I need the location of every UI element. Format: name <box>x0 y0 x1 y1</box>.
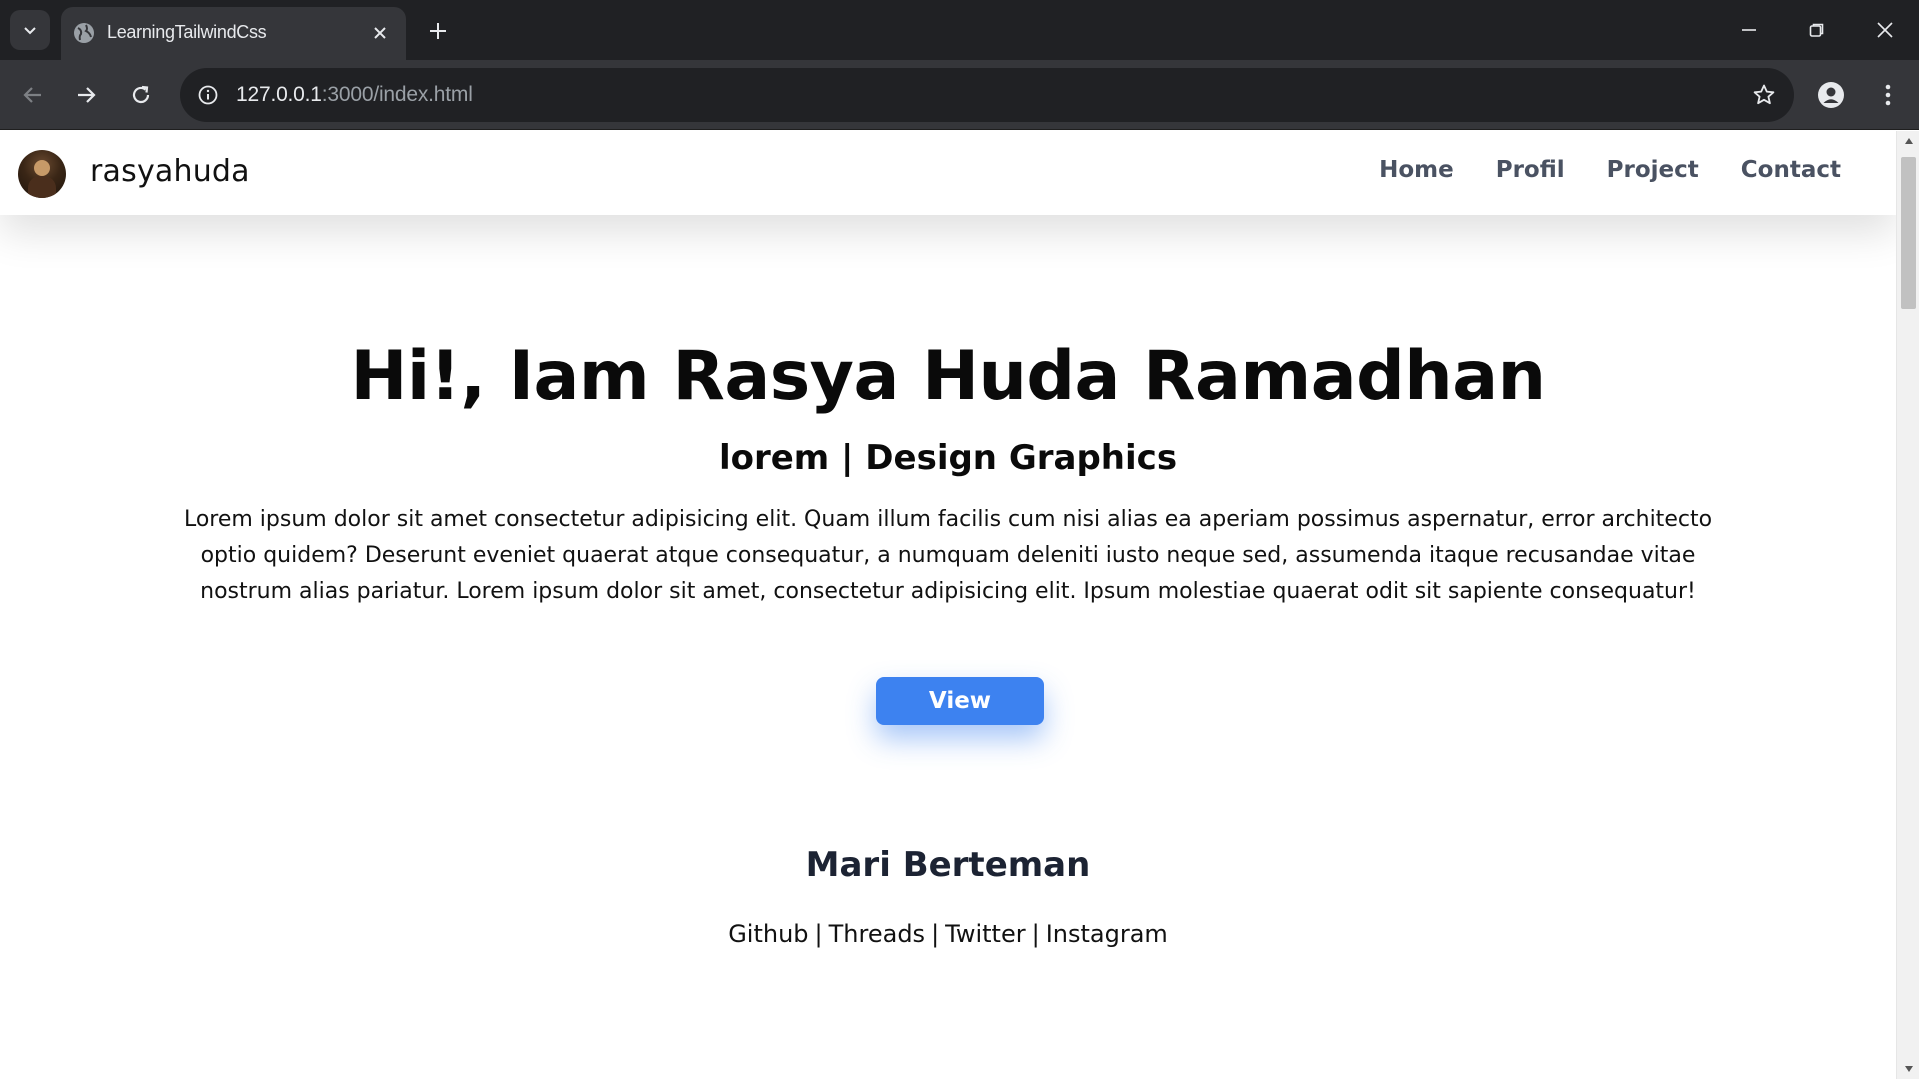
url-host: 127.0.0.1 <box>236 83 322 106</box>
site-navbar: rasyahuda Home Profil Project Contact <box>0 131 1896 215</box>
nav-link-contact[interactable]: Contact <box>1741 157 1841 183</box>
scroll-up-button[interactable] <box>1897 131 1919 151</box>
close-icon <box>374 27 386 39</box>
profile-icon <box>1818 82 1844 108</box>
active-tab[interactable]: LearningTailwindCss <box>61 7 406 60</box>
reload-icon <box>132 85 150 104</box>
site-info-icon <box>198 85 218 105</box>
hero-title: Hi!, Iam Rasya Huda Ramadhan <box>350 337 1547 416</box>
minimize-icon <box>1742 29 1756 31</box>
globe-icon <box>74 23 94 43</box>
social-links: Github | Threads | Twitter | Instagram <box>0 920 1896 948</box>
address-bar[interactable]: 127.0.0.1:3000/index.html <box>180 68 1794 122</box>
back-button[interactable] <box>14 76 52 114</box>
nav-link-profil[interactable]: Profil <box>1496 157 1565 183</box>
hero-description: Lorem ipsum dolor sit amet consectetur a… <box>183 507 1713 604</box>
view-button[interactable]: View <box>876 677 1044 725</box>
site-brand[interactable]: rasyahuda <box>90 154 250 189</box>
forward-icon <box>78 87 96 103</box>
social-link-threads[interactable]: Threads <box>829 920 925 948</box>
url-path: :3000/index.html <box>321 83 473 106</box>
social-separator: | <box>1031 920 1040 948</box>
friends-title: Mari Berteman <box>805 845 1091 885</box>
nav-link-project[interactable]: Project <box>1607 157 1699 183</box>
scroll-down-icon <box>1904 1066 1913 1072</box>
browser-menu-button[interactable] <box>1869 76 1907 114</box>
forward-button[interactable] <box>67 76 105 114</box>
tab-title: LearningTailwindCss <box>107 22 267 42</box>
window-close-icon <box>1877 22 1893 38</box>
social-separator: | <box>931 920 940 948</box>
social-separator: | <box>814 920 823 948</box>
social-link-instagram[interactable]: Instagram <box>1046 920 1168 948</box>
page-viewport: rasyahuda Home Profil Project Contact Hi… <box>0 131 1896 1079</box>
hero-subtitle: lorem | Design Graphics <box>718 438 1178 478</box>
window-close-button[interactable] <box>1862 10 1908 50</box>
social-link-twitter[interactable]: Twitter <box>945 920 1025 948</box>
tab-close-button[interactable] <box>368 21 392 45</box>
browser-toolbar: 127.0.0.1:3000/index.html <box>0 60 1919 130</box>
bookmark-button[interactable] <box>1750 81 1778 109</box>
site-menu: Home Profil Project Contact <box>1379 157 1841 183</box>
browser-tab-strip: LearningTailwindCss <box>0 0 1919 60</box>
scroll-thumb[interactable] <box>1901 157 1916 309</box>
site-info-button[interactable] <box>192 79 224 111</box>
avatar[interactable] <box>18 150 66 198</box>
scroll-down-button[interactable] <box>1897 1059 1919 1079</box>
back-icon <box>23 87 41 103</box>
nav-link-home[interactable]: Home <box>1379 157 1454 183</box>
profile-button[interactable] <box>1812 76 1850 114</box>
url-text[interactable]: 127.0.0.1:3000/index.html <box>236 83 473 107</box>
restore-button[interactable] <box>1794 10 1840 50</box>
star-icon <box>1753 84 1775 105</box>
tab-search-button[interactable] <box>10 10 50 50</box>
minimize-button[interactable] <box>1726 10 1772 50</box>
plus-icon <box>430 23 446 39</box>
new-tab-button[interactable] <box>424 17 452 45</box>
restore-icon <box>1809 23 1824 37</box>
chevron-down-icon <box>24 27 36 35</box>
scroll-up-icon <box>1904 138 1913 144</box>
page-scrollbar[interactable] <box>1896 131 1919 1079</box>
social-link-github[interactable]: Github <box>728 920 808 948</box>
reload-button[interactable] <box>122 76 160 114</box>
more-vert-icon <box>1885 84 1891 106</box>
